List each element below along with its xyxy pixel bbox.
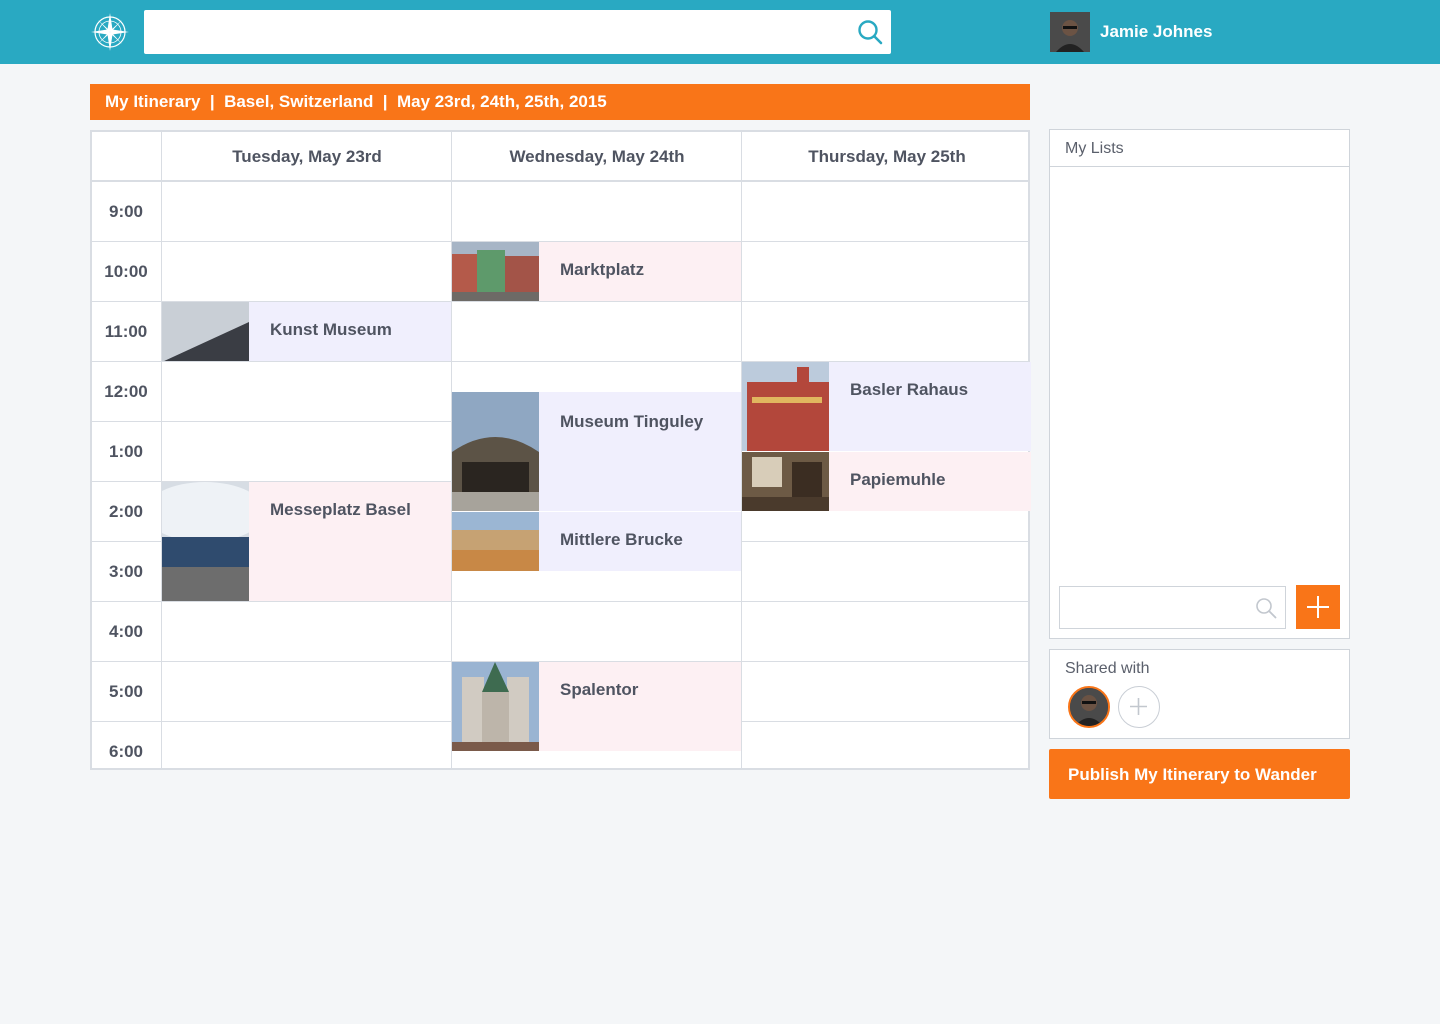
list-search-input[interactable]	[1060, 587, 1250, 628]
event-thumbnail	[452, 662, 539, 751]
my-lists-title: My Lists	[1050, 130, 1349, 167]
itinerary-title-bar: My Itinerary | Basel, Switzerland | May …	[90, 84, 1030, 120]
event-thumbnail	[742, 452, 829, 511]
time-label: 4:00	[108, 622, 144, 641]
event-name: Papiemuhle	[850, 470, 946, 489]
grid-line	[161, 132, 162, 770]
calendar-event[interactable]: Basler Rahaus	[742, 362, 1031, 451]
event-name: Museum Tinguley	[560, 412, 704, 431]
event-thumbnail	[452, 242, 539, 301]
event-name: Messeplatz Basel	[270, 500, 411, 519]
add-person-button[interactable]	[1118, 686, 1160, 728]
event-thumbnail	[742, 362, 829, 451]
list-search-field[interactable]	[1059, 586, 1286, 629]
event-name: Marktplatz	[560, 260, 645, 279]
time-label: 10:00	[104, 262, 148, 281]
compass-icon[interactable]	[90, 12, 130, 52]
user-menu[interactable]: Jamie Johnes	[1050, 12, 1212, 52]
time-label: 6:00	[108, 742, 144, 761]
event-thumbnail	[162, 482, 249, 601]
search-input[interactable]	[144, 10, 844, 54]
grid-line	[741, 132, 742, 770]
calendar-event[interactable]: Marktplatz	[452, 242, 741, 301]
event-thumbnail	[452, 512, 539, 571]
time-label: 5:00	[108, 682, 144, 701]
shared-with-panel: Shared with	[1049, 649, 1350, 739]
calendar-event[interactable]: Papiemuhle	[742, 452, 1031, 511]
grid-line	[92, 601, 1030, 602]
plus-icon	[1130, 698, 1147, 715]
calendar-event[interactable]: Messeplatz Basel	[162, 482, 451, 601]
event-name: Basler Rahaus	[850, 380, 969, 399]
avatar[interactable]	[1050, 12, 1090, 52]
search-icon[interactable]	[1255, 597, 1277, 619]
calendar-event[interactable]: Museum Tinguley	[452, 392, 741, 511]
calendar-event[interactable]: Kunst Museum	[162, 302, 451, 361]
time-label: 2:00	[108, 502, 144, 521]
time-label: 9:00	[108, 202, 144, 221]
time-label: 12:00	[104, 382, 148, 401]
day-header: Wednesday, May 24th	[509, 147, 685, 166]
event-thumbnail	[162, 302, 249, 361]
calendar-event[interactable]: Spalentor	[452, 662, 741, 751]
time-label: 1:00	[108, 442, 144, 461]
calendar-event[interactable]: Mittlere Brucke	[452, 512, 741, 571]
day-header: Tuesday, May 23rd	[232, 147, 382, 166]
itinerary-calendar: Tuesday, May 23rd Wednesday, May 24th Th…	[90, 130, 1031, 770]
shared-with-title: Shared with	[1065, 660, 1150, 677]
my-lists-panel: My Lists	[1049, 129, 1350, 639]
event-name: Kunst Museum	[270, 320, 392, 339]
event-name: Spalentor	[560, 680, 639, 699]
plus-icon	[1307, 596, 1329, 618]
event-name: Mittlere Brucke	[560, 530, 683, 549]
publish-itinerary-button[interactable]: Publish My Itinerary to Wander	[1049, 749, 1350, 799]
username[interactable]: Jamie Johnes	[1100, 22, 1212, 42]
event-thumbnail	[452, 392, 539, 511]
search-bar[interactable]	[144, 10, 891, 54]
search-icon[interactable]	[857, 19, 883, 45]
day-header: Thursday, May 25th	[808, 147, 966, 166]
top-bar: Jamie Johnes	[0, 0, 1440, 64]
shared-user-avatar[interactable]	[1068, 686, 1110, 728]
time-label: 11:00	[104, 322, 148, 341]
add-list-button[interactable]	[1296, 585, 1340, 629]
time-label: 3:00	[108, 562, 144, 581]
calendar-header: Tuesday, May 23rd Wednesday, May 24th Th…	[92, 132, 1028, 182]
